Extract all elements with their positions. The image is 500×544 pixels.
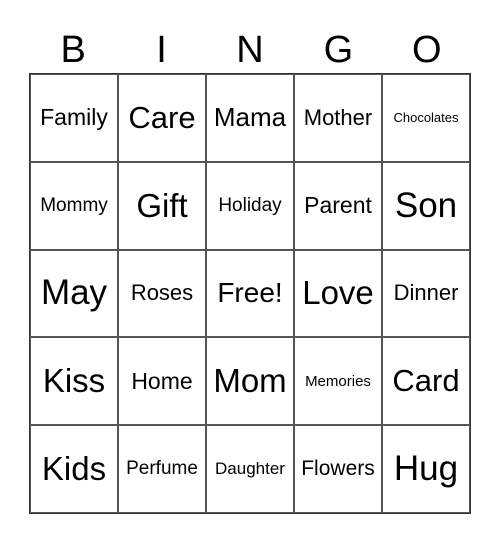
bingo-cell[interactable]: Gift (118, 161, 206, 250)
bingo-cell[interactable]: May (30, 249, 118, 338)
bingo-cell[interactable]: Mom (206, 337, 294, 426)
bingo-cell[interactable]: Roses (118, 249, 206, 338)
header-letter-i: I (156, 29, 167, 71)
bingo-cell[interactable]: Family (30, 74, 118, 162)
bingo-cell[interactable]: Mother (294, 74, 382, 162)
bingo-cell[interactable]: Hug (382, 425, 470, 513)
bingo-cell[interactable]: Perfume (118, 425, 206, 513)
header-letter-n: N (236, 29, 264, 71)
bingo-cell[interactable]: Son (382, 161, 470, 250)
bingo-header: B I N G O (29, 28, 471, 72)
bingo-cell[interactable]: Holiday (206, 161, 294, 250)
header-letter-b: B (60, 29, 86, 71)
bingo-cell[interactable]: Daughter (206, 425, 294, 513)
header-letter-g: G (323, 29, 354, 71)
bingo-cell[interactable]: Memories (294, 337, 382, 426)
bingo-cell[interactable]: Dinner (382, 249, 470, 338)
bingo-cell[interactable]: Flowers (294, 425, 382, 513)
bingo-cell[interactable]: Mommy (30, 161, 118, 250)
bingo-cell[interactable]: Parent (294, 161, 382, 250)
bingo-cell[interactable]: Chocolates (382, 74, 470, 162)
bingo-cell[interactable]: Mama (206, 74, 294, 162)
bingo-cell[interactable]: Care (118, 74, 206, 162)
bingo-cell[interactable]: Kiss (30, 337, 118, 426)
bingo-cell[interactable]: Love (294, 249, 382, 338)
bingo-grid: Family Care Mama Mother Chocolates Mommy Gift H… (29, 73, 471, 514)
header-letter-o: O (411, 29, 442, 71)
bingo-cell[interactable]: Home (118, 337, 206, 426)
bingo-cell[interactable]: Free! (206, 249, 294, 338)
bingo-cell[interactable]: Kids (30, 425, 118, 513)
bingo-cell[interactable]: Card (382, 337, 470, 426)
